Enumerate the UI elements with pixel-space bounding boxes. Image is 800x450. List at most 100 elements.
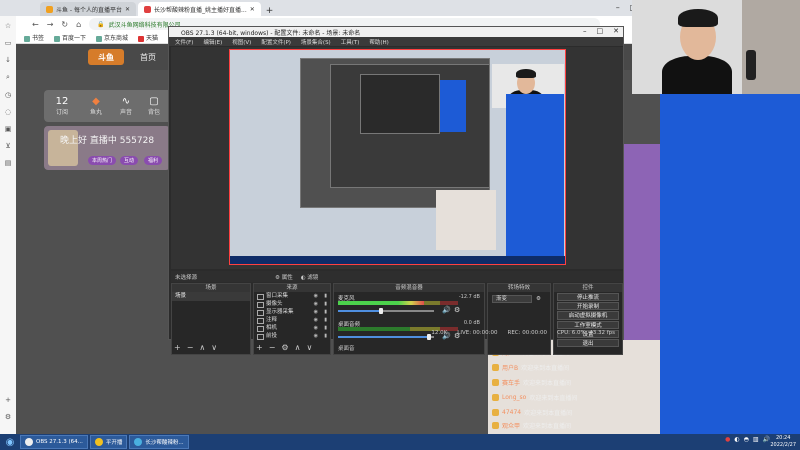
windows-start-icon[interactable]: ◉ [0,434,20,450]
source-item[interactable]: 窗口采集 ◉ ▮ [254,292,330,300]
tray-app-icon[interactable]: ● [725,436,730,443]
chat-icon[interactable]: ◌ [5,108,11,116]
clock-date: 2022/2/27 [770,442,796,448]
gear-icon[interactable]: ⚙ [536,296,541,302]
add-scene-icon[interactable]: + [174,343,181,352]
tv-icon[interactable]: ▭ [5,39,12,47]
webcam-overlay [632,0,800,94]
stat-fishball[interactable]: ◆ 鱼丸 [86,96,106,116]
home-icon[interactable]: ⌂ [76,20,81,29]
tag-pill[interactable]: 本周热门 [88,156,117,165]
volume-slider[interactable] [338,308,434,314]
close-window-icon[interactable]: ✕ [613,27,619,35]
stat-subscribe[interactable]: 12 订阅 [52,96,72,116]
cart-icon[interactable]: ⊻ [5,142,10,150]
bookmark-item[interactable]: 天猫 [138,33,158,42]
virtual-camera-button[interactable]: 启动虚拟摄像机 [557,311,619,320]
bookmark-item[interactable]: 百度一下 [54,33,86,42]
close-icon[interactable]: ✕ [250,6,255,13]
star-icon[interactable]: ☆ [5,22,11,30]
minimize-icon[interactable]: – [616,3,620,12]
nested-taskbar [230,256,565,264]
move-up-icon[interactable]: ∧ [199,343,205,352]
close-icon[interactable]: ✕ [125,6,130,13]
stop-streaming-button[interactable]: 停止推流 [557,293,619,302]
add-icon[interactable]: + [5,396,11,404]
remove-source-icon[interactable]: − [269,343,276,352]
scene-item[interactable]: 场景 [172,292,250,301]
tag-pill[interactable]: 互动 [120,156,139,165]
move-down-icon[interactable]: ∨ [306,343,312,352]
menu-scene-collection[interactable]: 场景集合(S) [301,38,331,46]
network-icon[interactable]: ▥ [753,436,759,443]
lock-icon: ▮ [324,317,327,323]
reload-icon[interactable]: ↻ [61,20,68,29]
download-icon[interactable]: ↓ [5,56,11,64]
source-item[interactable]: 摄像头 ◉ ▮ [254,300,330,308]
move-down-icon[interactable]: ∨ [211,343,217,352]
tag-pill[interactable]: 福利 [144,156,163,165]
transition-select[interactable]: 渐变 [492,295,532,303]
taskbar-clock[interactable]: 20:24 2022/2/27 [770,435,796,449]
forward-icon[interactable]: → [47,20,54,29]
bookmark-item[interactable]: 书签 [24,33,44,42]
fishball-icon: ◆ [92,96,100,107]
volume-icon[interactable]: 🔊 [763,436,770,443]
nav-home[interactable]: 首页 [140,52,156,63]
maximize-icon[interactable]: □ [597,27,604,35]
chat-message: 赛车手 欢迎来到本直播间 [492,377,652,388]
menu-tools[interactable]: 工具(T) [341,38,360,46]
lock-icon: 🔒 [97,20,105,28]
level-badge-icon [492,364,499,371]
obs-titlebar: OBS 27.1.3 (64-bit, windows) - 配置文件: 未命名… [169,27,623,37]
taskbar-stream-tool[interactable]: 平开播 [89,435,128,449]
source-item[interactable]: 显示器采集 ◉ ▮ [254,308,330,316]
visibility-eye-icon: ◉ [313,293,318,299]
menu-profile[interactable]: 配置文件(P) [261,38,291,46]
search-icon[interactable]: ⌕ [6,73,10,82]
tray-app-icon[interactable]: ◓ [744,436,749,443]
menu-edit[interactable]: 编辑(E) [203,38,222,46]
browser-tab-stream[interactable]: 长沙帮酸辣粉直播_姚主播好直播... ✕ [138,2,261,16]
taskbar-browser[interactable]: 长沙帮酸辣粉... [129,435,189,449]
settings-icon[interactable]: ⚙ [5,413,11,421]
obs-preview[interactable] [171,47,623,269]
chat-message: 观众甲 欢迎来到本直播间 [492,420,652,431]
back-icon[interactable]: ← [32,20,39,29]
remove-scene-icon[interactable]: − [187,343,194,352]
minimize-icon[interactable]: – [583,27,587,35]
filters-button[interactable]: ◐ 滤镜 [301,273,319,281]
stat-backpack[interactable]: ▢ 背包 [144,96,164,116]
new-tab-icon[interactable]: + [266,6,274,16]
menu-file[interactable]: 文件(F) [175,38,193,46]
box-icon[interactable]: ▣ [5,125,12,133]
move-up-icon[interactable]: ∧ [295,343,301,352]
history-icon[interactable]: ◷ [5,91,11,99]
stat-voice[interactable]: ∿ 声音 [116,96,136,116]
add-source-icon[interactable]: + [256,343,263,352]
microphone-stand [746,50,756,80]
level-badge-icon [492,379,499,386]
exit-button[interactable]: 退出 [557,338,619,348]
douyu-logo[interactable]: 斗鱼 [88,49,124,65]
gear-icon[interactable]: ⚙ [281,343,288,352]
gear-icon[interactable]: ⚙ [454,306,460,314]
obs-icon [25,438,33,446]
notes-icon[interactable]: ▤ [5,159,12,167]
bookmark-item[interactable]: 京东商城 [96,33,128,42]
tray-app-icon[interactable]: ◐ [734,436,739,443]
douyu-favicon-icon [144,5,152,13]
taskbar-obs[interactable]: OBS 27.1.3 (64... [20,435,88,449]
visibility-eye-icon: ◉ [313,317,318,323]
menu-view[interactable]: 视图(V) [232,38,251,46]
scenes-header: 场景 [172,284,250,292]
lock-icon: ▮ [324,309,327,315]
speaker-icon[interactable]: 🔊 [442,306,451,314]
preview-canvas[interactable] [229,49,566,265]
properties-button[interactable]: ⚙ 属性 [275,273,293,281]
menu-help[interactable]: 帮助(H) [369,38,388,46]
start-recording-button[interactable]: 开始录制 [557,302,619,311]
source-item[interactable]: 注释 ◉ ▮ [254,316,330,324]
browser-icon [134,438,143,446]
browser-tab-douyu-home[interactable]: 斗鱼 - 每个人的直播平台 ✕ [40,2,137,16]
